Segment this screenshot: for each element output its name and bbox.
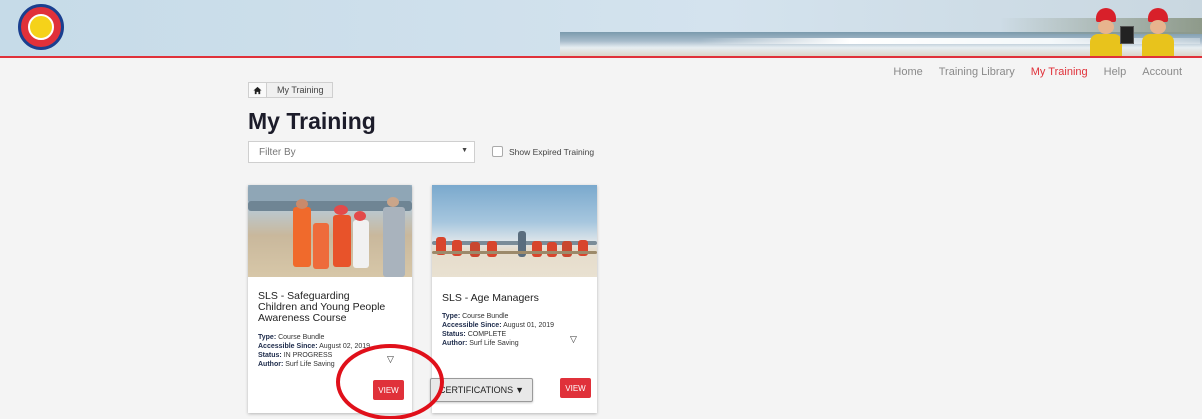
status-label: Status:: [258, 352, 282, 359]
breadcrumb: My Training: [248, 82, 333, 98]
top-nav: Home Training Library My Training Help A…: [893, 66, 1182, 78]
show-expired-toggle[interactable]: Show Expired Training: [492, 146, 594, 157]
surf-life-saving-logo-icon[interactable]: [18, 4, 64, 50]
course-status: COMPLETE: [467, 331, 507, 338]
tablet-image: [1120, 26, 1134, 44]
lifeguard-figure: [1140, 8, 1176, 56]
certifications-button[interactable]: CERTIFICATIONS ▼: [430, 378, 533, 402]
course-type: Course Bundle: [462, 313, 509, 320]
filter-select-value: Filter By: [259, 146, 296, 158]
nav-item-account[interactable]: Account: [1142, 66, 1182, 78]
filter-select[interactable]: Filter By ▼: [248, 141, 475, 163]
course-thumbnail: [432, 185, 597, 277]
course-author: Surf Life Saving: [285, 361, 335, 368]
status-label: Status:: [442, 331, 466, 338]
course-title[interactable]: SLS - Safeguarding Children and Young Pe…: [258, 291, 388, 324]
type-label: Type:: [258, 334, 277, 341]
highlight-circle-annotation: [336, 344, 444, 419]
course-author: Surf Life Saving: [469, 340, 519, 347]
certifications-label: CERTIFICATIONS: [438, 385, 514, 395]
type-label: Type:: [442, 313, 461, 320]
accessible-since-label: Accessible Since:: [258, 343, 318, 350]
header-banner: [0, 0, 1202, 58]
course-card: SLS - Age Managers Type: Course Bundle A…: [430, 185, 597, 413]
caret-down-icon: ▼: [515, 385, 525, 395]
home-icon[interactable]: [249, 83, 267, 97]
accessible-since-label: Accessible Since:: [442, 322, 502, 329]
lifeguard-figure: [1088, 8, 1124, 56]
caret-down-icon: ▼: [461, 147, 468, 154]
nav-item-my-training[interactable]: My Training: [1031, 66, 1088, 78]
nav-item-training-library[interactable]: Training Library: [939, 66, 1015, 78]
page-title: My Training: [248, 108, 376, 134]
course-status: IN PROGRESS: [283, 352, 333, 359]
course-thumbnail: [248, 185, 412, 277]
show-expired-checkbox[interactable]: [492, 146, 503, 157]
course-type: Course Bundle: [278, 334, 325, 341]
show-expired-label: Show Expired Training: [509, 146, 595, 157]
chevron-down-icon[interactable]: ▽: [570, 334, 577, 345]
author-label: Author:: [442, 340, 468, 347]
accessible-since: August 01, 2019: [503, 322, 555, 329]
nav-item-home[interactable]: Home: [893, 66, 922, 78]
breadcrumb-current: My Training: [277, 85, 324, 95]
author-label: Author:: [258, 361, 284, 368]
course-meta: Type: Course Bundle Accessible Since: Au…: [442, 312, 554, 348]
nav-item-help[interactable]: Help: [1104, 66, 1127, 78]
course-title[interactable]: SLS - Age Managers: [442, 293, 539, 304]
view-button[interactable]: VIEW: [560, 378, 591, 398]
